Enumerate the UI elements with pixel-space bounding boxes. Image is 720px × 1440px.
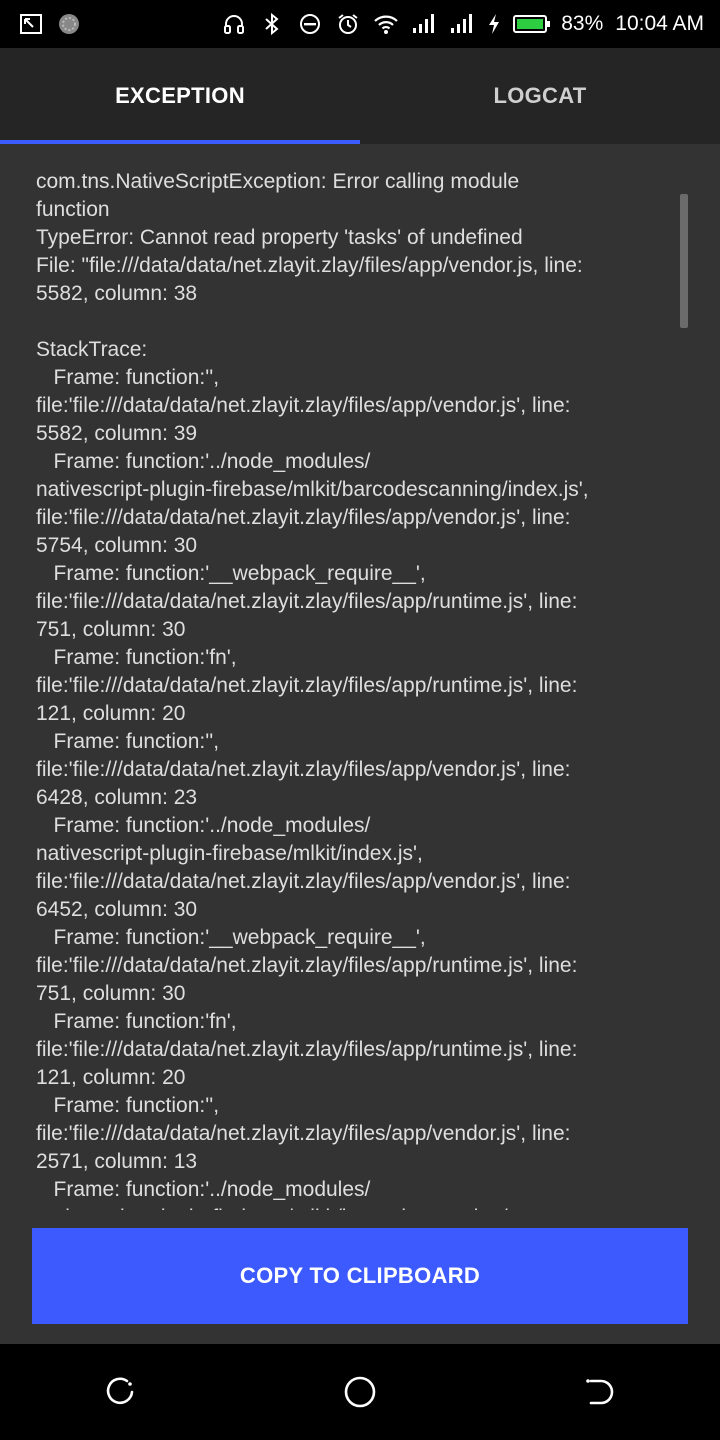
exception-log-panel[interactable]: com.tns.NativeScriptException: Error cal… bbox=[0, 144, 720, 1210]
status-time: 10:04 AM bbox=[615, 12, 704, 35]
bluetooth-icon bbox=[259, 11, 285, 37]
status-left bbox=[18, 11, 82, 37]
status-bar: 83% 10:04 AM bbox=[0, 0, 720, 48]
status-right: 83% 10:04 AM bbox=[221, 11, 704, 37]
charging-icon bbox=[487, 11, 501, 37]
alarm-icon bbox=[335, 11, 361, 37]
battery-icon bbox=[513, 11, 551, 37]
signal-icon bbox=[449, 11, 475, 37]
home-icon[interactable] bbox=[330, 1362, 390, 1422]
tab-bar: EXCEPTION LOGCAT bbox=[0, 48, 720, 144]
do-not-disturb-icon bbox=[297, 11, 323, 37]
battery-percent: 83% bbox=[561, 12, 604, 35]
back-icon[interactable] bbox=[570, 1362, 630, 1422]
loading-icon bbox=[56, 11, 82, 37]
signal-icon bbox=[411, 11, 437, 37]
wifi-icon bbox=[373, 11, 399, 37]
tab-logcat[interactable]: LOGCAT bbox=[360, 48, 720, 144]
scrollbar[interactable] bbox=[680, 194, 688, 328]
recents-icon[interactable] bbox=[90, 1362, 150, 1422]
exception-log-text: com.tns.NativeScriptException: Error cal… bbox=[36, 170, 589, 1210]
headphones-icon bbox=[221, 11, 247, 37]
copy-to-clipboard-button[interactable]: COPY TO CLIPBOARD bbox=[32, 1228, 688, 1324]
tab-exception[interactable]: EXCEPTION bbox=[0, 48, 360, 144]
navigation-bar bbox=[0, 1344, 720, 1440]
footer: COPY TO CLIPBOARD bbox=[0, 1210, 720, 1344]
screenshot-icon bbox=[18, 11, 44, 37]
